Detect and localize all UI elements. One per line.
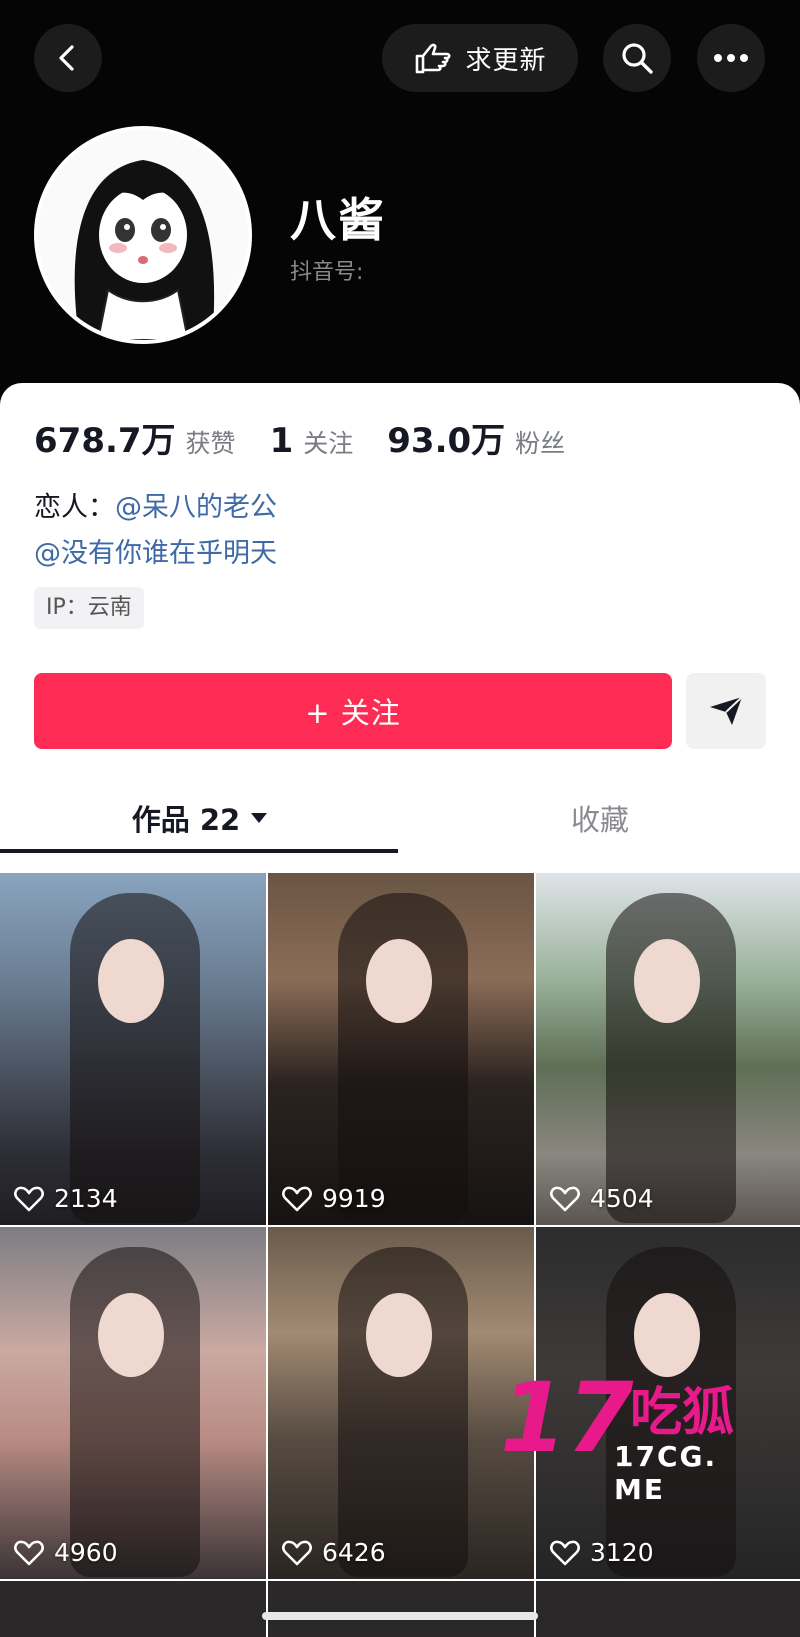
watermark-name: 吃狐 bbox=[630, 1383, 735, 1443]
heart-icon bbox=[550, 1186, 580, 1211]
video-thumbnail[interactable]: 6426 bbox=[268, 1227, 534, 1579]
back-icon bbox=[59, 45, 74, 71]
tab-works[interactable]: 作品 22 bbox=[0, 783, 400, 853]
username: 八酱 bbox=[290, 193, 386, 247]
search-button[interactable] bbox=[603, 24, 671, 92]
heart-icon bbox=[550, 1540, 580, 1565]
avatar[interactable] bbox=[34, 126, 252, 344]
video-thumbnail[interactable]: 4960 bbox=[0, 1227, 266, 1579]
likes-count: 678.7万 bbox=[34, 421, 176, 461]
tab-favorites-label: 收藏 bbox=[570, 803, 629, 837]
heart-icon bbox=[282, 1540, 312, 1565]
followers-label[interactable]: 粉丝 bbox=[515, 424, 565, 460]
video-likes-count: 4504 bbox=[590, 1184, 654, 1213]
profile-header: 求更新 八酱 抖音号: bbox=[0, 0, 800, 400]
chevron-down-icon bbox=[251, 813, 268, 823]
video-likes-count: 3120 bbox=[590, 1538, 654, 1567]
ip-location-badge: IP：云南 bbox=[34, 587, 144, 629]
thumbnail-face bbox=[98, 939, 164, 1023]
thumbnail-face bbox=[634, 1293, 700, 1377]
video-thumbnail[interactable] bbox=[536, 1581, 800, 1637]
more-button[interactable] bbox=[697, 24, 765, 92]
video-likes-count: 9919 bbox=[322, 1184, 386, 1213]
video-likes-count: 6426 bbox=[322, 1538, 386, 1567]
bio-mention-partner[interactable]: @呆八的老公 bbox=[115, 492, 277, 523]
request-update-button[interactable]: 求更新 bbox=[382, 24, 578, 92]
share-button[interactable] bbox=[686, 673, 766, 749]
active-tab-indicator bbox=[0, 849, 398, 853]
video-likes: 3120 bbox=[550, 1538, 654, 1567]
heart-icon bbox=[282, 1186, 312, 1211]
likes-label: 获赞 bbox=[185, 429, 236, 458]
heart-icon bbox=[14, 1186, 44, 1211]
bio: 恋人：@呆八的老公 @没有你谁在乎明天 bbox=[34, 485, 277, 577]
video-grid-partial-row bbox=[0, 1581, 800, 1637]
video-likes-count: 2134 bbox=[54, 1184, 118, 1213]
thumbnail-face bbox=[366, 939, 432, 1023]
follow-button[interactable]: + 关注 bbox=[34, 673, 672, 749]
douyin-id-label: 抖音号: bbox=[290, 260, 364, 285]
video-thumbnail[interactable] bbox=[268, 1581, 534, 1637]
bio-line-1: 恋人：@呆八的老公 bbox=[34, 485, 277, 531]
video-likes: 6426 bbox=[282, 1538, 386, 1567]
following-count[interactable]: 1 bbox=[270, 421, 294, 461]
back-button[interactable] bbox=[34, 24, 102, 92]
video-thumbnail[interactable]: 4504 bbox=[536, 873, 800, 1225]
pointing-hand-icon bbox=[416, 43, 452, 74]
thumbnail-face bbox=[98, 1293, 164, 1377]
video-thumbnail[interactable] bbox=[0, 1581, 266, 1637]
video-likes-count: 4960 bbox=[54, 1538, 118, 1567]
more-icon bbox=[714, 54, 748, 62]
profile-stats: 678.7万 获赞 1 关注 93.0万 粉丝 bbox=[34, 413, 599, 462]
video-likes: 2134 bbox=[14, 1184, 118, 1213]
tab-works-label: 作品 22 bbox=[131, 803, 241, 837]
home-indicator[interactable] bbox=[262, 1612, 538, 1620]
thumbnail-face bbox=[634, 939, 700, 1023]
tab-favorites[interactable]: 收藏 bbox=[400, 783, 800, 853]
anime-girl-avatar-image bbox=[38, 130, 248, 340]
thumbnail-face bbox=[366, 1293, 432, 1377]
search-icon bbox=[622, 43, 653, 74]
bio-prefix: 恋人： bbox=[34, 492, 115, 523]
bio-mention-account[interactable]: @没有你谁在乎明天 bbox=[34, 538, 277, 569]
content-tabs: 作品 22 收藏 bbox=[0, 783, 800, 853]
bio-line-2: @没有你谁在乎明天 bbox=[34, 531, 277, 577]
heart-icon bbox=[14, 1540, 44, 1565]
video-likes: 4960 bbox=[14, 1538, 118, 1567]
video-thumbnail[interactable]: 9919 bbox=[268, 873, 534, 1225]
followers-count[interactable]: 93.0万 bbox=[387, 413, 505, 462]
video-likes: 4504 bbox=[550, 1184, 654, 1213]
video-thumbnail[interactable]: 2134 bbox=[0, 873, 266, 1225]
video-likes: 9919 bbox=[282, 1184, 386, 1213]
request-update-label: 求更新 bbox=[465, 45, 547, 76]
share-icon bbox=[710, 696, 743, 725]
watermark-url: 17CG. ME bbox=[614, 1440, 718, 1506]
following-label[interactable]: 关注 bbox=[303, 424, 353, 460]
watermark: 17 吃狐 17CG. ME bbox=[500, 1370, 734, 1506]
